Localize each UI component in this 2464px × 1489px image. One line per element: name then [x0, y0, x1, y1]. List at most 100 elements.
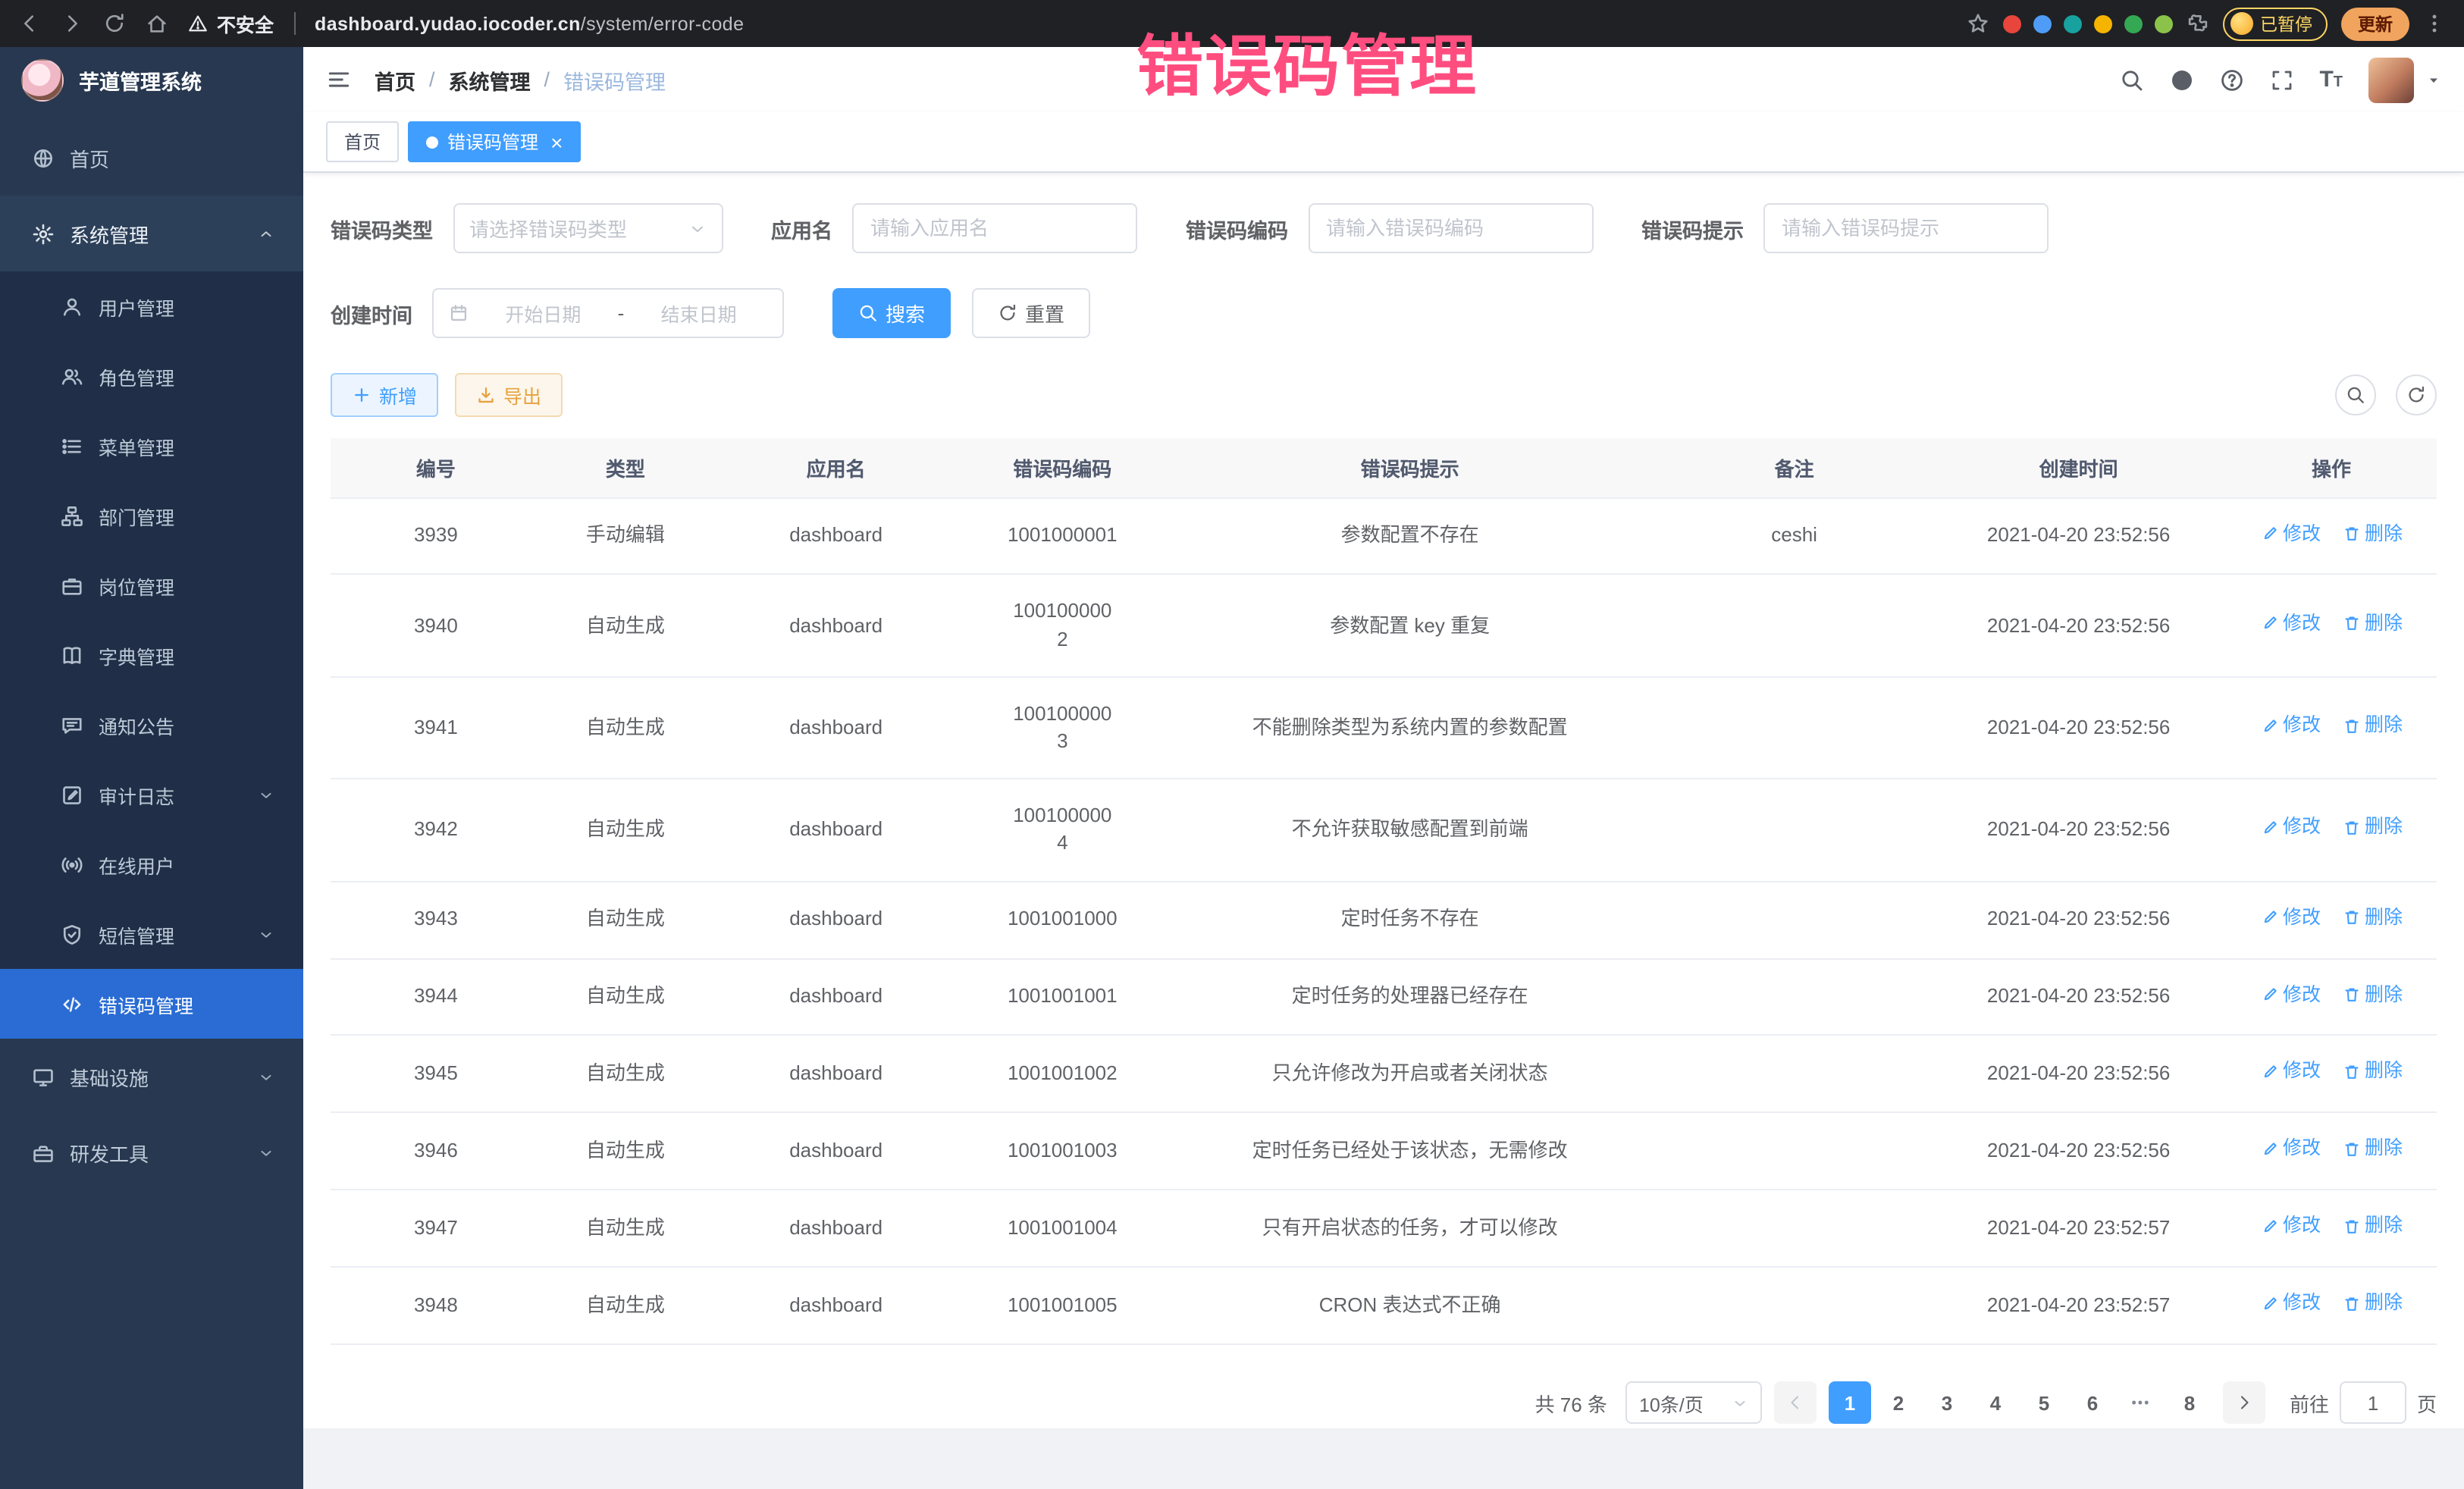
- browser-reload-icon[interactable]: [103, 12, 126, 35]
- delete-link[interactable]: 删除: [2342, 1136, 2403, 1163]
- plus-icon: [352, 385, 371, 405]
- delete-link[interactable]: 删除: [2342, 904, 2403, 931]
- extension-icon[interactable]: [2033, 14, 2051, 33]
- bookmark-star-icon[interactable]: [1966, 12, 1989, 35]
- delete-link[interactable]: 删除: [2342, 982, 2403, 1008]
- page-button[interactable]: 4: [1974, 1381, 2017, 1424]
- search-icon: [858, 303, 878, 323]
- pagination-next-button[interactable]: [2223, 1381, 2265, 1424]
- edit-link[interactable]: 修改: [2260, 1291, 2321, 1318]
- edit-link[interactable]: 修改: [2260, 713, 2321, 739]
- sidebar-item-dict-management[interactable]: 字典管理: [0, 620, 303, 690]
- cell-app: dashboard: [710, 575, 962, 677]
- chevron-down-icon: [1732, 1394, 1748, 1411]
- page-button[interactable]: 1: [1829, 1381, 1871, 1424]
- security-label: 不安全: [217, 9, 274, 38]
- edit-link[interactable]: 修改: [2260, 1059, 2321, 1086]
- extension-icon[interactable]: [2063, 14, 2081, 33]
- briefcase-icon: [61, 574, 83, 597]
- sidebar-item-department-management[interactable]: 部门管理: [0, 481, 303, 550]
- sidebar-item-dev-tools[interactable]: 研发工具: [0, 1114, 303, 1190]
- create-time-range-picker[interactable]: 开始日期 - 结束日期: [432, 288, 784, 338]
- font-size-icon[interactable]: TT: [2319, 68, 2343, 91]
- cell-type: 自动生成: [541, 779, 710, 881]
- pagination-prev-button[interactable]: [1774, 1381, 1817, 1424]
- page-size-select[interactable]: 10条/页: [1625, 1381, 1762, 1424]
- reset-button[interactable]: 重置: [972, 288, 1090, 338]
- toggle-search-button[interactable]: [2335, 375, 2376, 415]
- goto-page-input[interactable]: [2340, 1381, 2406, 1424]
- browser-home-icon[interactable]: [146, 12, 168, 35]
- extension-icon[interactable]: [2093, 14, 2111, 33]
- page-button[interactable]: 5: [2023, 1381, 2065, 1424]
- hamburger-icon[interactable]: [326, 67, 352, 92]
- sidebar-item-error-code-management[interactable]: 错误码管理: [0, 969, 303, 1039]
- edit-link[interactable]: 修改: [2260, 982, 2321, 1008]
- error-code-input[interactable]: [1308, 203, 1593, 253]
- browser-forward-icon[interactable]: [61, 12, 83, 35]
- extension-icon[interactable]: [2002, 14, 2020, 33]
- sidebar-item-notice[interactable]: 通知公告: [0, 690, 303, 760]
- delete-link[interactable]: 删除: [2342, 1291, 2403, 1318]
- security-indicator[interactable]: 不安全: [188, 9, 274, 38]
- caret-down-icon[interactable]: [2426, 72, 2441, 87]
- tab-home[interactable]: 首页: [326, 121, 399, 162]
- error-type-select[interactable]: 请选择错误码类型: [453, 203, 723, 253]
- browser-back-icon[interactable]: [18, 12, 41, 35]
- sidebar-item-infrastructure[interactable]: 基础设施: [0, 1039, 303, 1114]
- chrome-update-button[interactable]: 更新: [2341, 7, 2409, 40]
- edit-link[interactable]: 修改: [2260, 610, 2321, 637]
- fullscreen-icon[interactable]: [2269, 67, 2293, 92]
- close-tab-icon[interactable]: ×: [550, 131, 563, 152]
- edit-link[interactable]: 修改: [2260, 1214, 2321, 1240]
- sidebar-item-online-users[interactable]: 在线用户: [0, 829, 303, 899]
- export-button[interactable]: 导出: [455, 373, 563, 417]
- profile-paused-chip[interactable]: 已暂停: [2222, 7, 2328, 40]
- header-search-icon[interactable]: [2119, 67, 2143, 92]
- sidebar-item-role-management[interactable]: 角色管理: [0, 341, 303, 411]
- edit-link[interactable]: 修改: [2260, 521, 2321, 547]
- delete-icon: [2342, 986, 2360, 1005]
- page-button[interactable]: 3: [1926, 1381, 1968, 1424]
- breadcrumb-system[interactable]: 系统管理: [449, 64, 531, 95]
- edit-icon: [2260, 1295, 2278, 1313]
- page-button[interactable]: 2: [1877, 1381, 1920, 1424]
- delete-link[interactable]: 删除: [2342, 1059, 2403, 1086]
- delete-link[interactable]: 删除: [2342, 815, 2403, 842]
- app-logo[interactable]: 芋道管理系统: [0, 47, 303, 112]
- edit-link[interactable]: 修改: [2260, 815, 2321, 842]
- extension-icon[interactable]: [2124, 14, 2142, 33]
- github-icon[interactable]: [2169, 67, 2193, 92]
- page-button[interactable]: 6: [2071, 1381, 2114, 1424]
- sidebar-item-menu-management[interactable]: 菜单管理: [0, 411, 303, 481]
- edit-link[interactable]: 修改: [2260, 904, 2321, 931]
- page-button[interactable]: 8: [2168, 1381, 2211, 1424]
- sidebar-item-audit-log[interactable]: 审计日志: [0, 760, 303, 829]
- cell-remark: [1657, 575, 1931, 677]
- page-more-button[interactable]: •••: [2120, 1381, 2162, 1424]
- sidebar-item-system-management[interactable]: 系统管理: [0, 196, 303, 271]
- sidebar-item-sms-management[interactable]: 短信管理: [0, 899, 303, 969]
- delete-link[interactable]: 删除: [2342, 713, 2403, 739]
- search-button[interactable]: 搜索: [832, 288, 951, 338]
- sidebar-item-post-management[interactable]: 岗位管理: [0, 550, 303, 620]
- delete-link[interactable]: 删除: [2342, 1214, 2403, 1240]
- sidebar-item-home[interactable]: 首页: [0, 120, 303, 196]
- add-button[interactable]: 新增: [331, 373, 438, 417]
- extension-icon[interactable]: [2154, 14, 2172, 33]
- chrome-menu-kebab-icon[interactable]: [2423, 12, 2446, 35]
- refresh-table-button[interactable]: [2396, 375, 2437, 415]
- app-name-input[interactable]: [852, 203, 1137, 253]
- error-hint-input[interactable]: [1763, 203, 2049, 253]
- breadcrumb-home[interactable]: 首页: [375, 64, 415, 95]
- sidebar-item-user-management[interactable]: 用户管理: [0, 271, 303, 341]
- tab-error-code[interactable]: 错误码管理 ×: [408, 121, 581, 162]
- edit-link[interactable]: 修改: [2260, 1136, 2321, 1163]
- delete-link[interactable]: 删除: [2342, 610, 2403, 637]
- table-header-row: 编号 类型 应用名 错误码编码 错误码提示 备注 创建时间 操作: [331, 438, 2437, 497]
- help-icon[interactable]: [2219, 67, 2243, 92]
- delete-link[interactable]: 删除: [2342, 521, 2403, 547]
- extensions-puzzle-icon[interactable]: [2186, 12, 2209, 35]
- address-bar[interactable]: dashboard.yudao.iocoder.cn/system/error-…: [315, 13, 744, 34]
- user-avatar[interactable]: [2368, 57, 2414, 102]
